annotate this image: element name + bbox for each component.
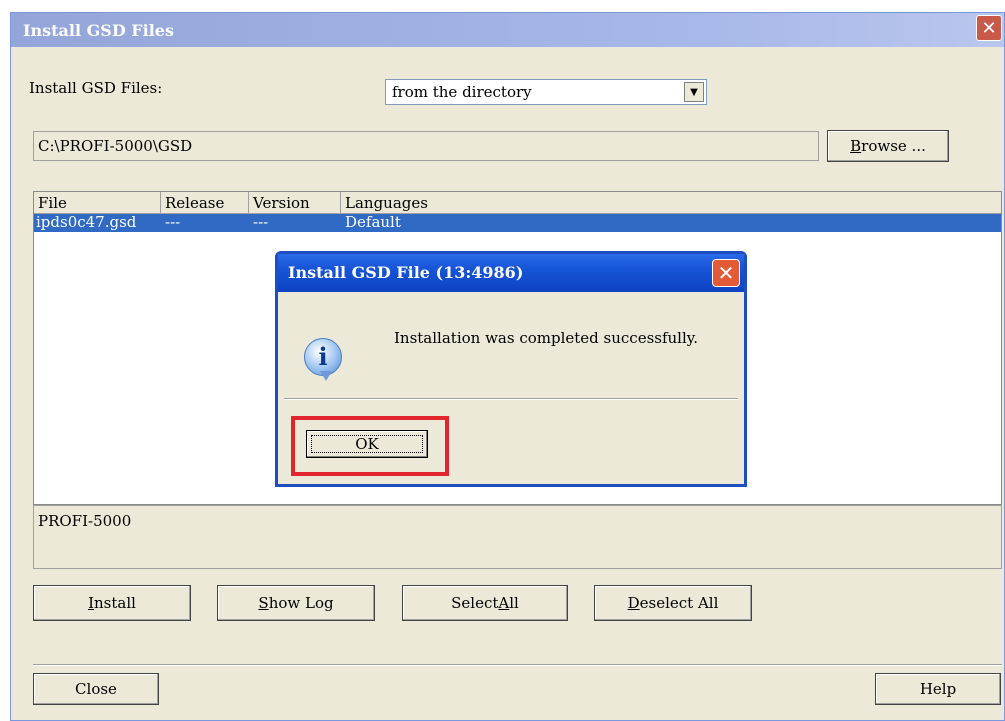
window-title: Install GSD Files [23, 21, 174, 40]
browse-button[interactable]: Browse ... [827, 130, 949, 162]
close-button[interactable]: Close [33, 673, 159, 705]
dialog-close-icon[interactable]: ✕ [712, 259, 740, 287]
ok-button[interactable]: OK [306, 430, 428, 458]
column-header-release[interactable]: Release [161, 192, 249, 214]
show-log-label: Show Log [258, 594, 334, 612]
dialog-separator [284, 398, 738, 400]
column-header-file[interactable]: File [34, 192, 161, 214]
source-label: Install GSD Files: [29, 79, 163, 97]
title-bar: Install GSD Files ✕ [11, 13, 1004, 47]
source-dropdown[interactable]: from the directory ▼ [385, 79, 707, 105]
show-log-button[interactable]: Show Log [217, 585, 375, 621]
ok-label: OK [311, 435, 423, 453]
cell-file: ipds0c47.gsd [36, 213, 137, 231]
directory-path-value: C:\PROFI-5000\GSD [38, 137, 193, 155]
info-icon-tail [320, 371, 332, 381]
table-row[interactable]: ipds0c47.gsd --- --- Default [34, 214, 1001, 232]
browse-label: Browse ... [850, 137, 926, 155]
directory-path-field[interactable]: C:\PROFI-5000\GSD [33, 131, 819, 161]
cell-release: --- [165, 213, 181, 231]
dialog-title-bar: Install GSD File (13:4986) ✕ [278, 254, 744, 292]
dialog-title: Install GSD File (13:4986) [288, 263, 524, 282]
close-icon[interactable]: ✕ [976, 15, 1002, 41]
cell-languages: Default [345, 213, 401, 231]
dialog-message: Installation was completed successfully. [394, 329, 699, 347]
install-button[interactable]: Install [33, 585, 191, 621]
select-all-button[interactable]: Select All [402, 585, 568, 621]
column-header-languages[interactable]: Languages [341, 192, 1001, 214]
column-header-version[interactable]: Version [249, 192, 341, 214]
chevron-down-icon[interactable]: ▼ [684, 82, 704, 102]
install-label: Install [88, 594, 136, 612]
deselect-all-button[interactable]: Deselect All [594, 585, 752, 621]
source-selected-value: from the directory [392, 83, 532, 101]
select-all-label: Select All [451, 594, 519, 612]
help-button[interactable]: Help [875, 673, 1001, 705]
deselect-all-label: Deselect All [627, 594, 719, 612]
separator [33, 664, 1002, 666]
description-text: PROFI-5000 [38, 512, 132, 530]
install-complete-dialog: Install GSD File (13:4986) ✕ i Installat… [275, 251, 747, 487]
description-box: PROFI-5000 [33, 505, 1002, 569]
cell-version: --- [253, 213, 269, 231]
